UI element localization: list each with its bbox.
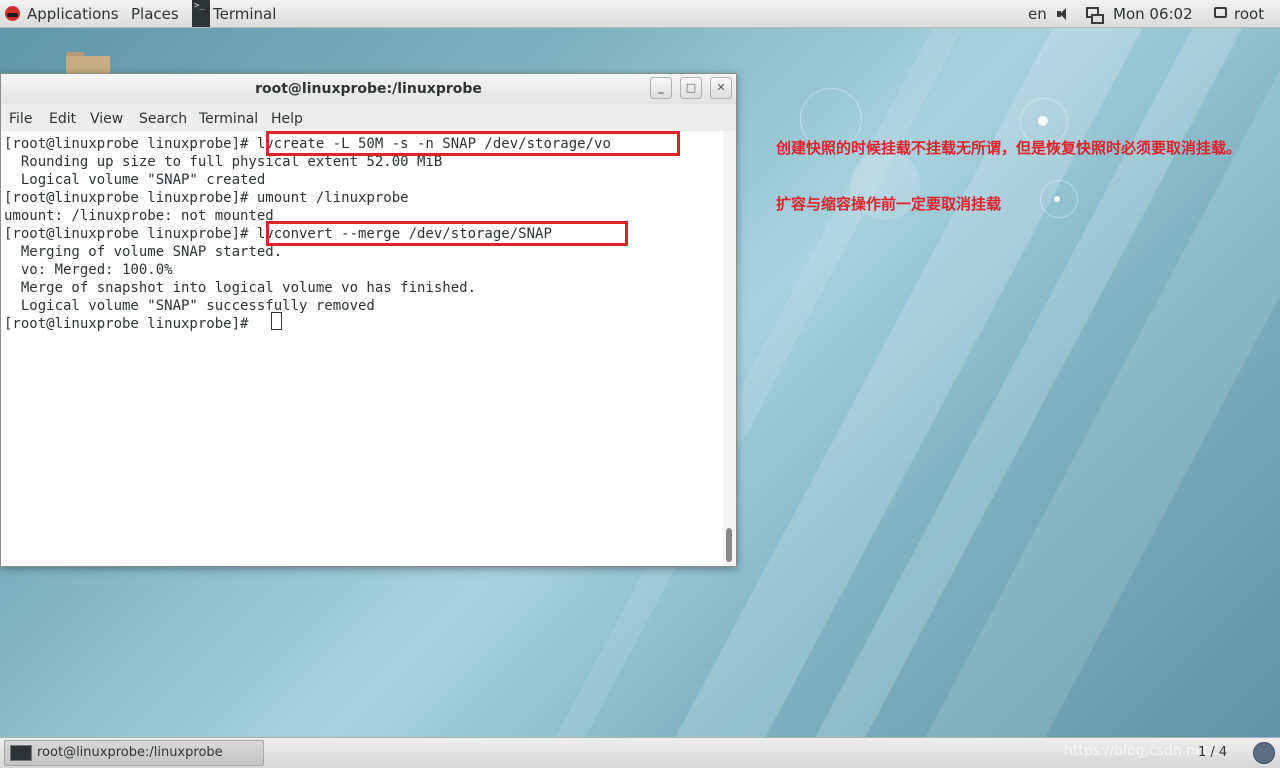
menu-terminal[interactable]: Terminal <box>199 104 258 131</box>
scrollbar-thumb[interactable] <box>726 528 732 562</box>
command-highlight-box <box>266 131 680 156</box>
close-button[interactable]: ✕ <box>710 77 732 99</box>
language-indicator[interactable]: en <box>1028 0 1047 28</box>
terminal-line: Merge of snapshot into logical volume vo… <box>4 280 477 296</box>
clock[interactable]: Mon 06:02 <box>1113 0 1193 28</box>
annotation-note-mount: 创建快照的时候挂载不挂载无所谓，但是恢复快照时必须要取消挂载。 <box>776 139 1242 157</box>
volume-icon[interactable] <box>1057 7 1071 21</box>
user-icon[interactable] <box>1214 7 1227 18</box>
workspace-indicator[interactable]: 1 / 4 <box>1198 738 1227 768</box>
terminal-line: umount: /linuxprobe: not mounted <box>4 208 274 224</box>
menu-edit[interactable]: Edit <box>49 104 76 131</box>
menu-bar: File Edit View Search Terminal Help <box>1 104 736 131</box>
command-highlight-box <box>266 221 628 246</box>
terminal-taskbar-button[interactable]: Terminal <box>192 0 282 27</box>
terminal-icon <box>10 745 32 761</box>
terminal-cursor <box>271 312 282 330</box>
window-titlebar[interactable]: root@linuxprobe:/linuxprobe _ □ ✕ <box>1 74 736 104</box>
menu-help[interactable]: Help <box>271 104 303 131</box>
minimize-button[interactable]: _ <box>650 77 672 99</box>
terminal-line: [root@linuxprobe linuxprobe]# <box>4 316 257 332</box>
places-menu[interactable]: Places <box>131 0 179 28</box>
user-menu[interactable]: root <box>1234 0 1264 28</box>
terminal-icon <box>192 0 210 27</box>
scrollbar[interactable] <box>723 131 736 566</box>
window-list-label: root@linuxprobe:/linuxprobe <box>37 745 223 760</box>
terminal-task-label: Terminal <box>213 5 277 23</box>
terminal-output[interactable]: [root@linuxprobe linuxprobe]# lvcreate -… <box>1 131 723 566</box>
redhat-logo-icon[interactable] <box>5 6 20 21</box>
bottom-panel: root@linuxprobe:/linuxprobe https://blog… <box>0 737 1280 768</box>
menu-search[interactable]: Search <box>139 104 187 131</box>
annotation-note-resize: 扩容与缩容操作前一定要取消挂载 <box>776 195 1002 213</box>
terminal-line: Logical volume "SNAP" created <box>4 172 266 188</box>
network-icon[interactable] <box>1085 6 1104 24</box>
desktop-folder-icon[interactable] <box>66 52 110 74</box>
menu-view[interactable]: View <box>90 104 123 131</box>
window-title: root@linuxprobe:/linuxprobe <box>255 81 482 97</box>
terminal-line: vo: Merged: 100.0% <box>4 262 173 278</box>
workspace-switcher-icon[interactable] <box>1253 742 1275 764</box>
terminal-line: Logical volume "SNAP" successfully remov… <box>4 298 375 314</box>
terminal-window: root@linuxprobe:/linuxprobe _ □ ✕ File E… <box>0 73 737 567</box>
top-panel: Applications Places Terminal en Mon 06:0… <box>0 0 1280 28</box>
applications-menu[interactable]: Applications <box>27 0 119 28</box>
maximize-button[interactable]: □ <box>680 77 702 99</box>
menu-file[interactable]: File <box>9 104 32 131</box>
terminal-line: [root@linuxprobe linuxprobe]# umount /li… <box>4 190 409 206</box>
window-list-item[interactable]: root@linuxprobe:/linuxprobe <box>4 740 264 766</box>
terminal-line: Merging of volume SNAP started. <box>4 244 283 260</box>
